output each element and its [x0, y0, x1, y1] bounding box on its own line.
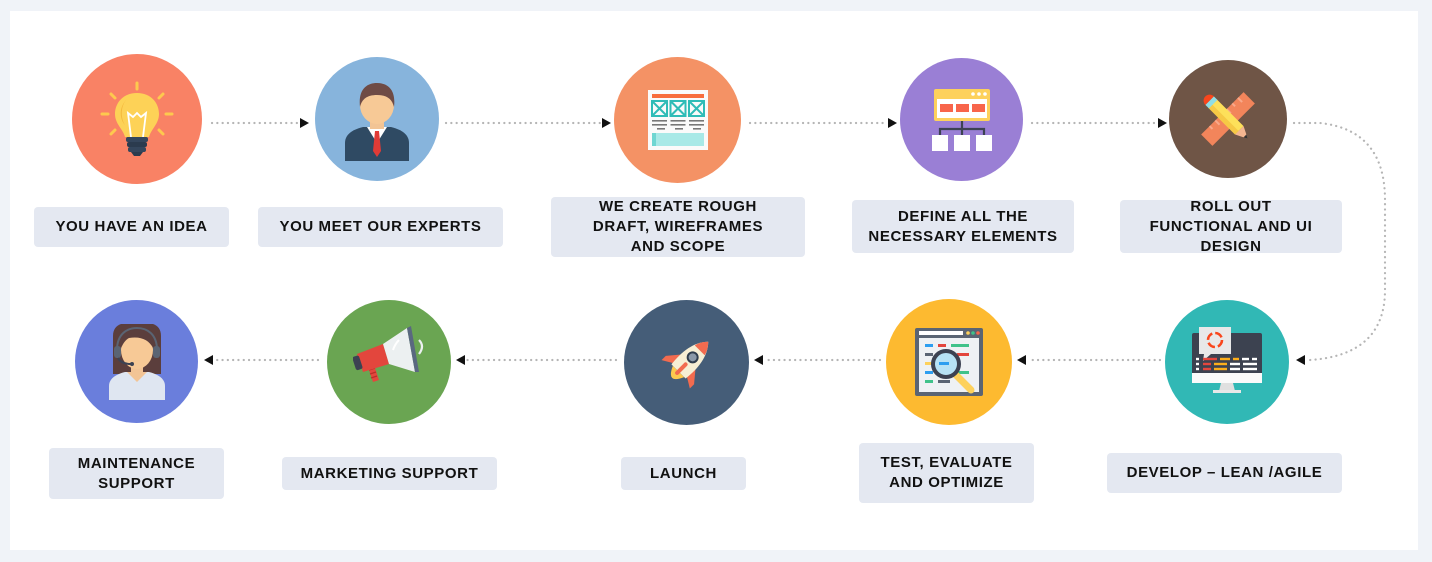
step-6-label: DEVELOP – LEAN /AGILE: [1107, 453, 1342, 493]
step-8-circle: [624, 300, 749, 425]
rocket-icon: [661, 341, 708, 388]
sitemap-icon: [931, 88, 992, 151]
step-4-circle: [900, 58, 1023, 181]
wireframe-icon: [647, 90, 708, 150]
step-8-label: LAUNCH: [621, 457, 746, 490]
step-3-label: WE CREATE ROUGH DRAFT, WIREFRAMES AND SC…: [551, 197, 805, 257]
step-5-label: ROLL OUT FUNCTIONAL AND UI DESIGN: [1120, 198, 1342, 255]
step-10-circle: [75, 300, 198, 423]
step-2-label: YOU MEET OUR EXPERTS: [258, 207, 503, 247]
step-9-circle: [327, 300, 451, 424]
step-2-circle: [315, 57, 439, 181]
businessman-icon: [345, 83, 409, 161]
step-7-circle: [886, 299, 1012, 425]
step-5-circle: [1169, 60, 1287, 178]
step-10-label: MAINTENANCE SUPPORT: [49, 448, 224, 499]
magnifier-browser-icon: [915, 328, 983, 396]
megaphone-icon: [353, 326, 424, 382]
code-monitor-icon: [1192, 327, 1262, 393]
step-4-label: DEFINE ALL THE NECESSARY ELEMENTS: [852, 200, 1074, 253]
step-1-circle: [72, 54, 202, 184]
step-9-label: MARKETING SUPPORT: [282, 457, 497, 490]
pencil-ruler-icon: [1201, 92, 1255, 146]
step-6-circle: [1165, 300, 1289, 424]
step-7-label: TEST, EVALUATE AND OPTIMIZE: [859, 443, 1034, 503]
step-1-label: YOU HAVE AN IDEA: [34, 207, 229, 247]
step-3-circle: [614, 57, 741, 183]
support-agent-icon: [108, 323, 165, 400]
lightbulb-icon: [100, 81, 174, 156]
